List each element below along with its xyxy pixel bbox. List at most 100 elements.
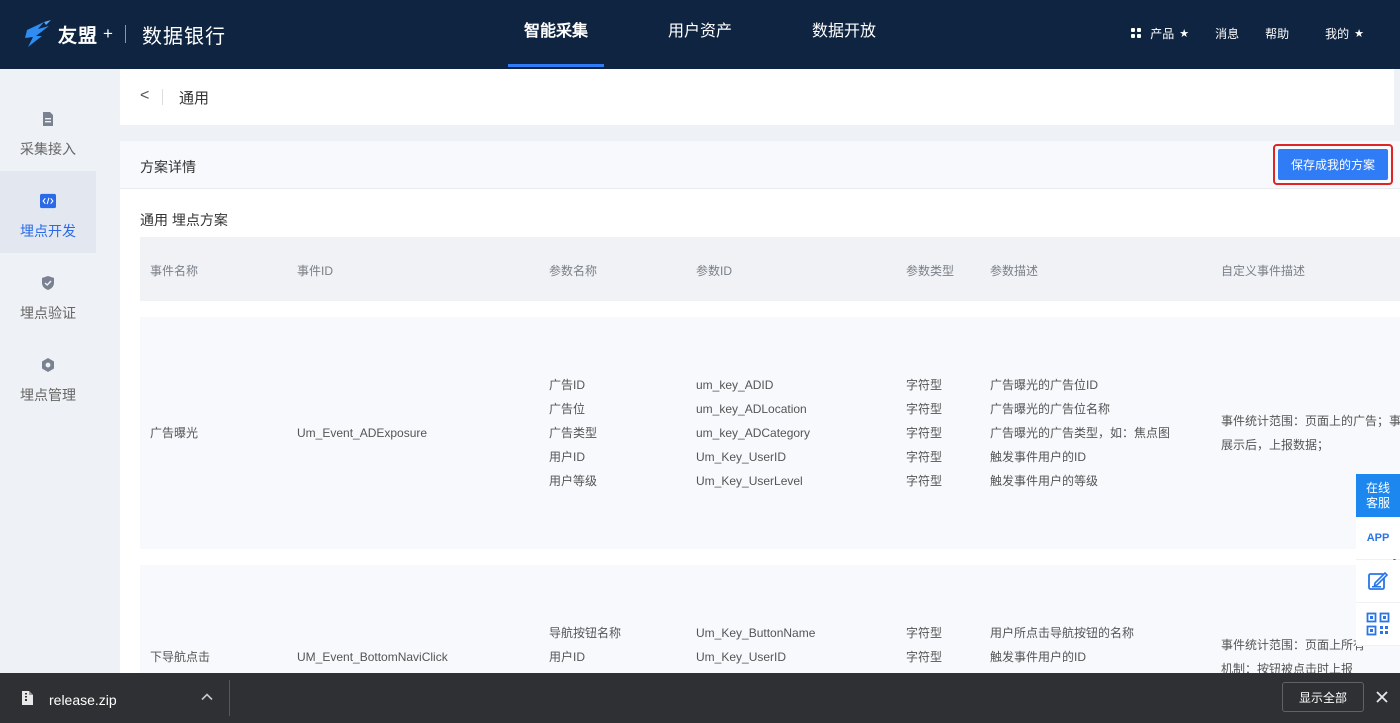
left-sidebar: 采集接入 埋点开发 埋点验证 埋点管理 [0,69,96,673]
sidebar-item-tracking-manage[interactable]: 埋点管理 [0,335,96,417]
download-bar: release.zip 显示全部 [0,673,1400,723]
table-row: 下导航点击 UM_Event_BottomNaviClick 导航按钮名称 用户… [140,565,1400,673]
online-support-line1: 在线 [1365,481,1390,495]
custom-desc: 事件统计范围：页面上的广告；事 [1221,414,1400,428]
brand-name: 友盟 [58,25,99,47]
page-header: < 通用 [120,69,1394,125]
param-desc: 触发事件用户的ID [990,650,1087,664]
close-icon[interactable] [1375,690,1389,704]
my-account-label: 我的 [1325,26,1350,41]
event-id: UM_Event_BottomNaviClick [297,650,448,664]
save-button-highlight: 保存成我的方案 [1273,144,1393,185]
help-link[interactable]: 帮助 [1265,25,1289,42]
col-param-id: 参数ID [696,264,733,278]
param-id: Um_Key_UserLevel [696,474,803,488]
param-id: Um_Key_UserID [696,450,787,464]
param-id: um_key_ADLocation [696,402,807,416]
nav-spacer-1 [604,0,652,69]
param-name: 广告ID [549,378,586,392]
sidebar-item-label: 采集接入 [20,141,76,157]
edit-note-icon [1368,571,1389,590]
param-name: 广告位 [549,402,586,416]
col-event-id: 事件ID [297,264,334,278]
products-menu[interactable]: 产品 ★ [1131,25,1189,42]
param-name: 广告类型 [549,426,598,440]
param-id: um_key_ADCategory [696,426,811,440]
param-desc: 触发事件用户的ID [990,450,1087,464]
messages-link[interactable]: 消息 [1215,25,1239,42]
chevron-up-icon[interactable] [200,690,214,704]
star-icon: ★ [1354,27,1364,40]
apps-grid-icon [1131,28,1142,38]
scheme-title: 通用 埋点方案 [140,212,228,228]
plan-detail-title: 方案详情 [140,159,196,175]
feedback-button[interactable] [1356,560,1400,603]
col-param-name: 参数名称 [549,264,598,278]
logo-divider [124,25,126,43]
sidebar-item-label: 埋点开发 [20,223,76,239]
product-name: 数据银行 [141,25,226,48]
sidebar-item-tracking-verify[interactable]: 埋点验证 [0,253,96,335]
param-type: 字符型 [906,378,943,392]
param-type: 字符型 [906,402,943,416]
sidebar-item-label: 埋点验证 [20,305,76,321]
nav-smart-collect[interactable]: 智能采集 [508,0,604,69]
param-desc: 触发事件用户的等级 [990,474,1099,488]
main-nav: 智能采集 用户资产 数据开放 [508,0,892,69]
param-type: 字符型 [906,626,943,640]
param-id: Um_Key_ButtonName [696,626,816,640]
param-id: Um_Key_UserID [696,650,787,664]
download-file-name[interactable]: release.zip [49,692,117,708]
floating-service-bar: 在线 客服 APP [1356,474,1400,646]
param-desc: 广告曝光的广告位名称 [990,402,1111,416]
param-desc: 广告曝光的广告类型，如：焦点图 [990,426,1171,440]
brand-logo[interactable]: 友盟 + 数据银行 [24,16,226,52]
param-type: 字符型 [906,450,943,464]
back-button[interactable]: < [140,87,149,105]
param-id: um_key_ADID [696,378,774,392]
param-desc: 广告曝光的广告位ID [990,378,1099,392]
param-name: 用户ID [549,650,586,664]
umeng-logo-icon [25,20,51,47]
my-account-menu[interactable]: 我的 ★ [1325,25,1364,42]
nav-user-assets[interactable]: 用户资产 [652,0,748,69]
show-all-downloads-button[interactable]: 显示全部 [1282,682,1364,712]
param-name: 导航按钮名称 [549,626,622,640]
param-type: 字符型 [906,426,943,440]
products-label: 产品 [1150,26,1175,41]
nav-spacer-2 [748,0,796,69]
plan-detail-card: 方案详情 保存成我的方案 通用 埋点方案 事件名称 事件ID 参数名称 参数ID… [120,141,1400,673]
brand-plus: + [103,24,113,43]
plan-detail-header: 方案详情 保存成我的方案 [120,141,1400,189]
col-param-desc: 参数描述 [990,264,1039,278]
custom-desc: 展示后，上报数据； [1221,438,1330,452]
star-icon: ★ [1179,27,1190,40]
download-divider [229,680,230,716]
event-name: 广告曝光 [150,426,199,440]
qrcode-button[interactable] [1356,603,1400,646]
qrcode-icon [1366,612,1390,636]
hexagon-gear-icon [42,358,54,372]
save-as-my-plan-button[interactable]: 保存成我的方案 [1278,149,1388,180]
col-param-type: 参数类型 [906,264,955,278]
sidebar-item-tracking-dev[interactable]: 埋点开发 [0,171,96,253]
page-title: 通用 [179,90,210,107]
app-label: APP [1366,532,1390,544]
online-support-button[interactable]: 在线 客服 [1356,474,1400,517]
col-custom-desc: 自定义事件描述 [1221,264,1306,278]
sidebar-item-collect-access[interactable]: 采集接入 [0,89,96,171]
col-event-name: 事件名称 [150,264,199,278]
custom-desc: 事件统计范围：页面上所有 [1221,638,1366,652]
event-name: 下导航点击 [150,650,211,664]
custom-desc: 机制：按钮被点击时上报 [1221,662,1354,673]
table-header: 事件名称 事件ID 参数名称 参数ID 参数类型 参数描述 自定义事件描述 [140,237,1400,301]
table-row: 广告曝光 Um_Event_ADExposure 广告ID 广告位 广告类型 用… [140,317,1400,549]
sidebar-item-label: 埋点管理 [20,387,76,403]
param-desc: 用户所点击导航按钮的名称 [990,626,1135,640]
code-icon [40,193,56,209]
header-divider [162,89,163,105]
nav-data-open[interactable]: 数据开放 [796,0,892,69]
shield-check-icon [42,276,54,290]
app-download-button[interactable]: APP [1356,517,1400,562]
event-id: Um_Event_ADExposure [297,426,428,440]
